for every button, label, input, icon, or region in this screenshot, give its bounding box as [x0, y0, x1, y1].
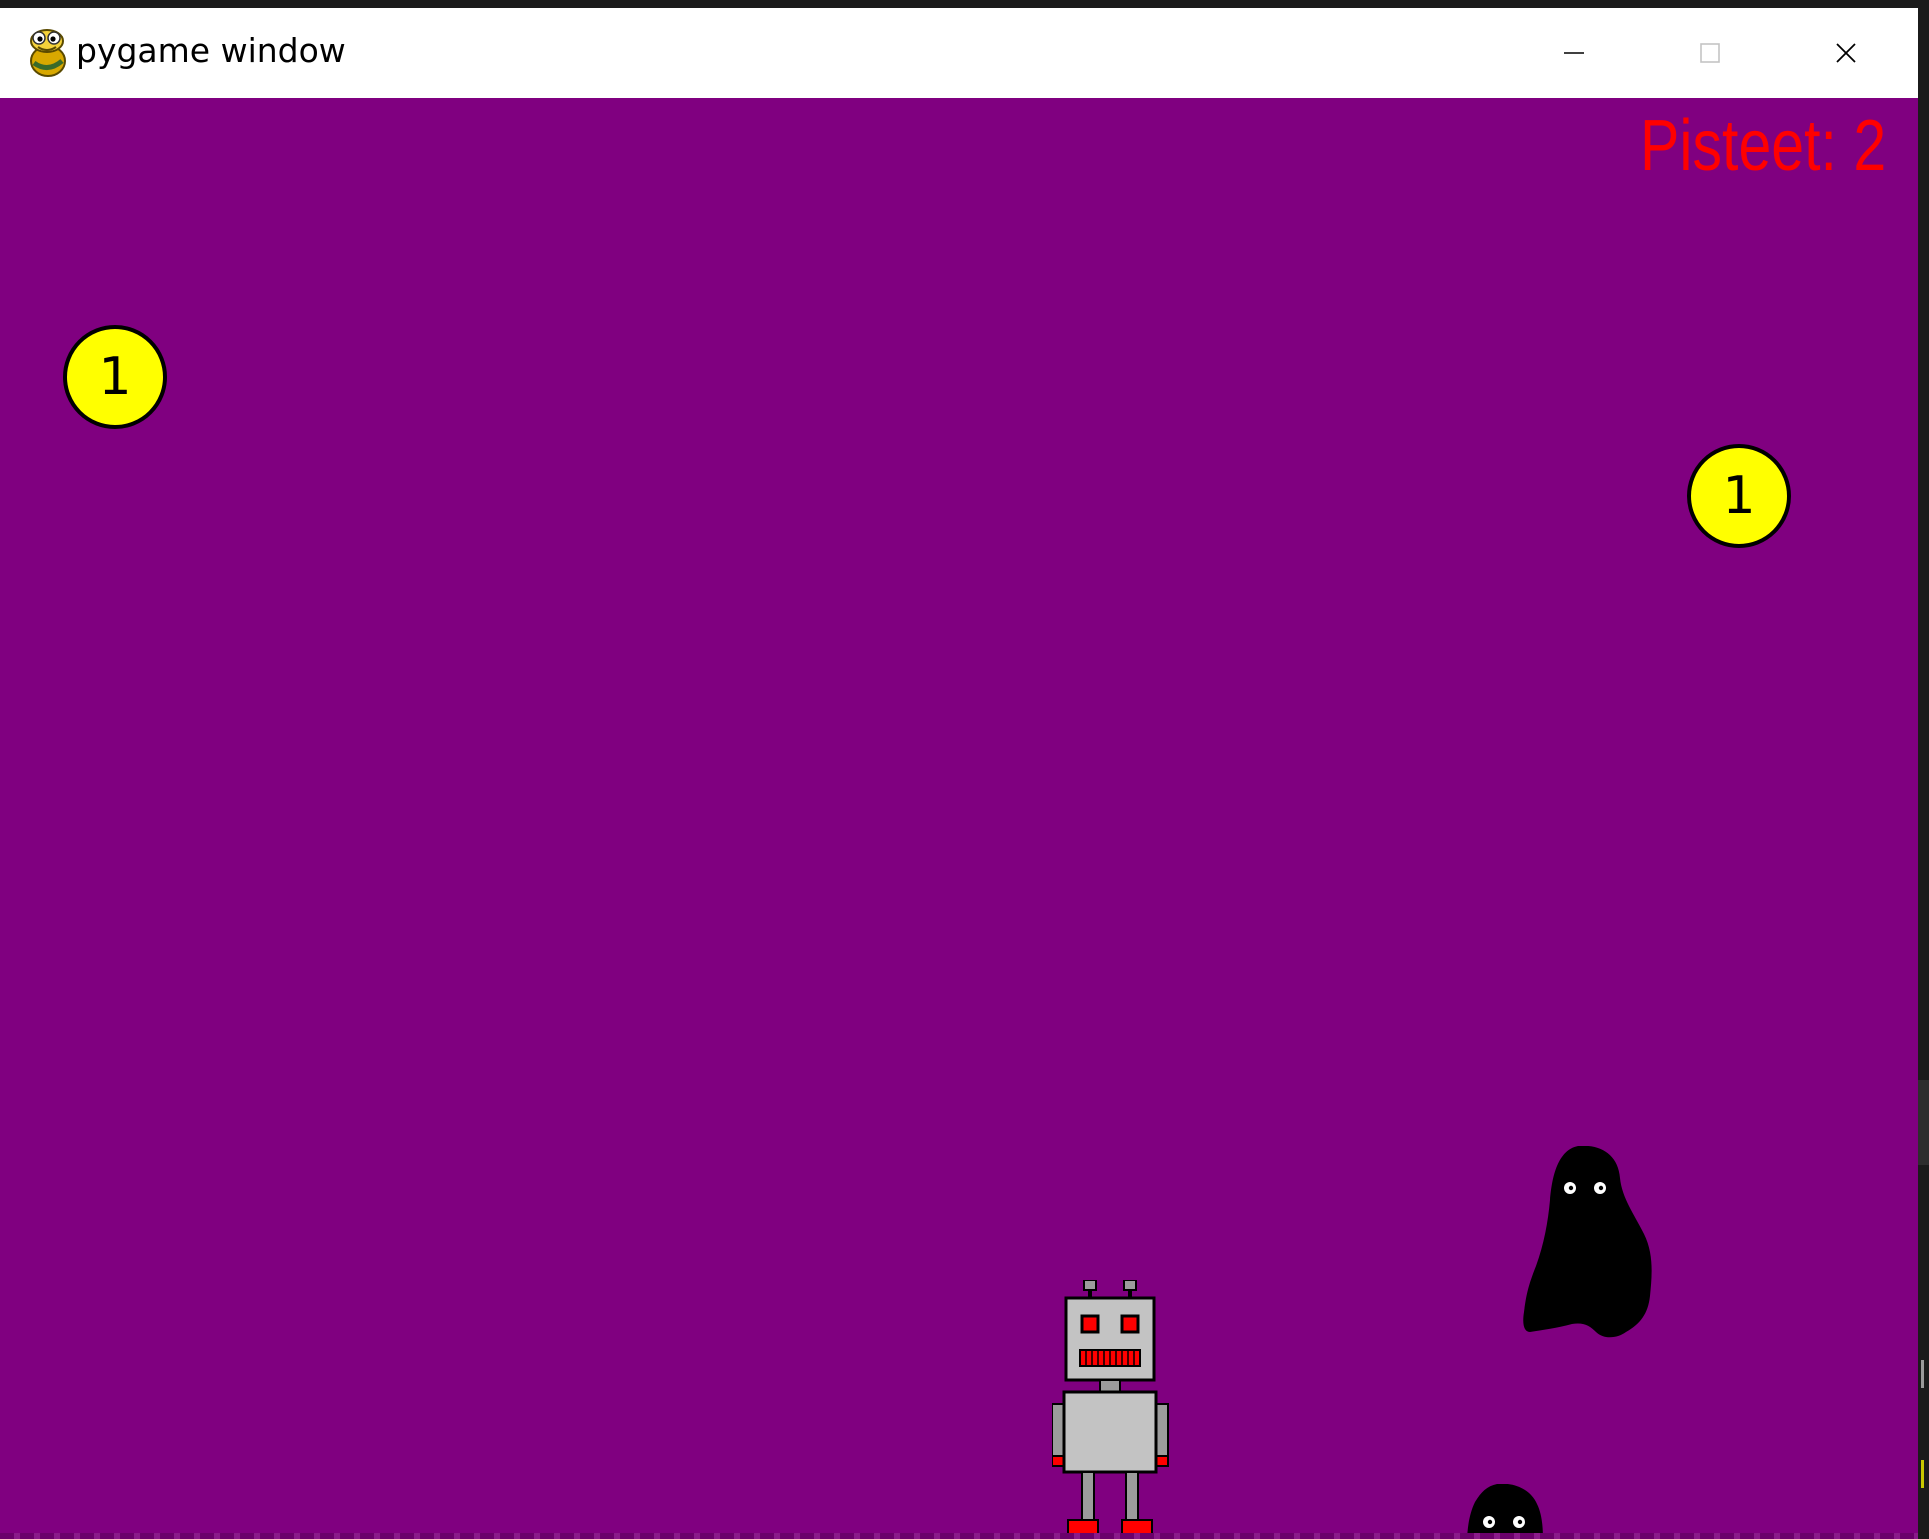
close-icon	[1836, 43, 1856, 63]
game-canvas[interactable]: Pisteet: 2 1 1	[0, 98, 1918, 1539]
minimize-icon	[1564, 52, 1584, 54]
maximize-button[interactable]	[1642, 8, 1778, 98]
monster-icon	[1467, 1484, 1543, 1539]
desktop-right-edge	[1918, 8, 1929, 1539]
desktop-top-edge	[0, 0, 1929, 8]
coin-value: 1	[1722, 466, 1756, 526]
background-window-edge	[1918, 1080, 1929, 1165]
window-bottom-edge	[0, 1533, 1918, 1539]
background-window-edge	[1921, 1460, 1929, 1488]
screen: pygame window Pisteet: 2 1 1	[0, 0, 1929, 1539]
coin-value: 1	[98, 347, 132, 407]
minimize-button[interactable]	[1506, 8, 1642, 98]
monster-icon	[1523, 1146, 1652, 1338]
close-button[interactable]	[1778, 8, 1914, 98]
robot-icon	[1052, 1280, 1169, 1535]
maximize-icon	[1700, 43, 1720, 63]
coin: 1	[63, 325, 167, 429]
background-window-edge	[1921, 1360, 1929, 1388]
coin: 1	[1687, 444, 1791, 548]
score-label: Pisteet: 2	[1639, 106, 1886, 186]
pygame-snake-icon	[30, 29, 66, 77]
window-title: pygame window	[76, 31, 346, 70]
pygame-window: pygame window Pisteet: 2 1 1	[0, 8, 1918, 1539]
title-bar[interactable]: pygame window	[0, 8, 1918, 98]
